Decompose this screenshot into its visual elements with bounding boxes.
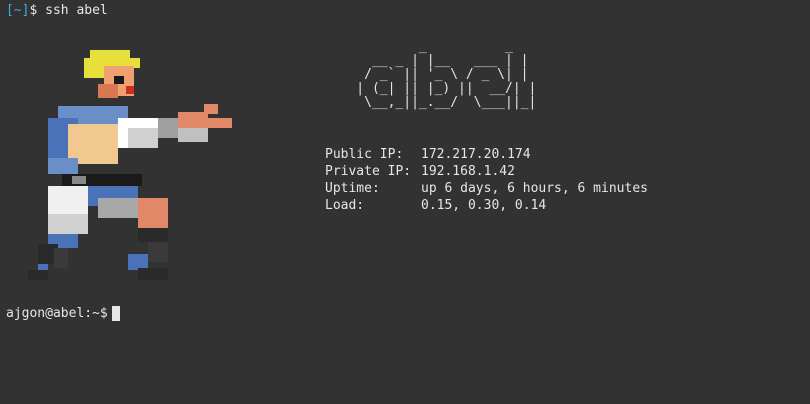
info-value: 172.217.20.174 — [421, 147, 531, 162]
pixel-fighter-icon — [28, 50, 232, 280]
info-row-uptime: Uptime: up 6 days, 6 hours, 6 minutes — [325, 180, 648, 197]
info-value: 192.168.1.42 — [421, 164, 515, 179]
ascii-line-5: \__,_||_.__/ \___||_| — [325, 95, 537, 110]
info-label: Private IP: — [325, 164, 412, 179]
shell-prompt-line[interactable]: ajgon@abel:~$ — [6, 305, 120, 322]
shell-prompt: ajgon@abel:~$ — [6, 306, 108, 321]
ascii-art-logo: _ _ __ _ | |__ ___ | | / _` || '_ \ / _ … — [325, 40, 536, 110]
info-label: Load: — [325, 198, 365, 213]
ascii-line-2: __ _ | |__ ___ | | — [325, 53, 529, 68]
info-value: 0.15, 0.30, 0.14 — [421, 198, 547, 213]
prompt-symbol: $ — [29, 3, 38, 18]
info-row-load: Load: 0.15, 0.30, 0.14 — [325, 197, 648, 214]
text-cursor — [111, 306, 120, 321]
info-value: up 6 days, 6 hours, 6 minutes — [421, 181, 648, 196]
ascii-line-1: _ _ — [325, 39, 521, 54]
info-label: Uptime: — [325, 181, 380, 196]
command-text: ssh abel — [45, 3, 108, 18]
info-row-public-ip: Public IP: 172.217.20.174 — [325, 146, 648, 163]
info-row-private-ip: Private IP: 192.168.1.42 — [325, 163, 648, 180]
system-info: Public IP: 172.217.20.174 Private IP: 192.… — [325, 146, 648, 214]
terminal-window[interactable]: [~]$ ssh abel _ _ __ _ | |__ ___ | | / _… — [0, 0, 810, 404]
command-line: [~]$ ssh abel — [6, 2, 108, 19]
prompt-directory: [~] — [6, 3, 30, 18]
ascii-line-3: / _` || '_ \ / _ \| | — [325, 67, 529, 82]
info-label: Public IP: — [325, 147, 404, 162]
ascii-line-4: | (_| || |_) || __/| | — [325, 81, 537, 96]
